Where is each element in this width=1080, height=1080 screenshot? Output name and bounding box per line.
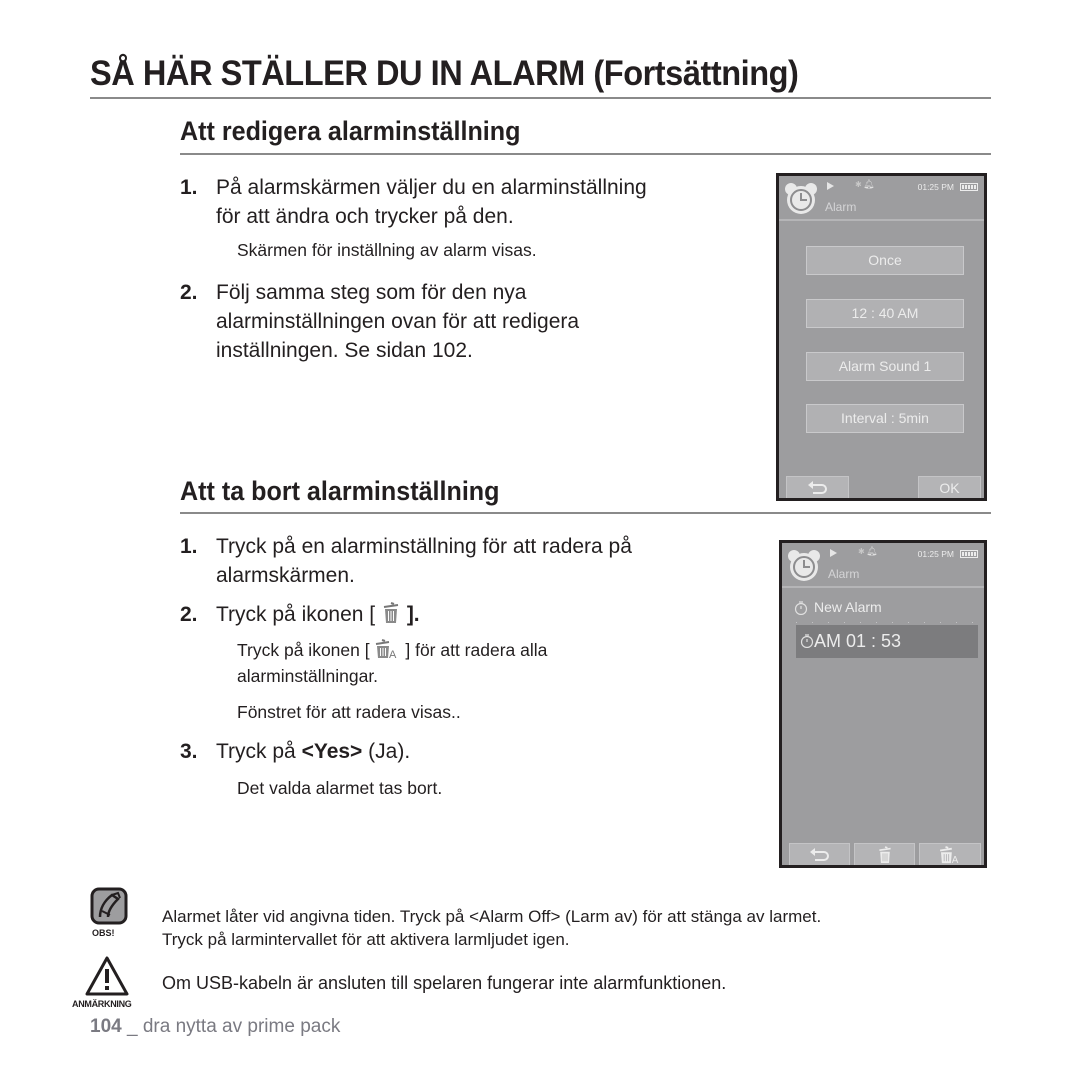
edit-step-1: 1. På alarmskärmen väljer du en alarmins… xyxy=(180,173,760,233)
caution-label: ANMÄRKNING xyxy=(72,999,132,1009)
new-alarm-label: New Alarm xyxy=(814,599,882,615)
alarm-clock-icon xyxy=(788,550,820,581)
alarm-time: AM 01 : 53 xyxy=(814,631,902,651)
page-title: SÅ HÄR STÄLLER DU IN ALARM (Fortsättning… xyxy=(90,54,799,93)
edit-step-1-sub: Skärmen för inställning av alarm visas. xyxy=(237,240,537,260)
step-text-end: (Ja). xyxy=(368,740,411,763)
status-bar: ✱ 🔔︎ 01:25 PM Alarm xyxy=(779,176,984,220)
sub-text: Tryck på ikonen [ xyxy=(237,640,370,660)
back-arrow-icon xyxy=(807,481,827,494)
battery-icon xyxy=(960,183,978,191)
header-separator xyxy=(782,586,984,588)
alarm-bell-icon: 🔔︎ xyxy=(866,546,878,556)
play-status-icon xyxy=(827,182,834,190)
trash-all-icon: A xyxy=(376,639,397,659)
trash-icon xyxy=(383,602,399,623)
play-status-icon xyxy=(830,549,837,557)
step-number: 1. xyxy=(180,535,198,558)
alarm-clock-icon xyxy=(785,183,817,214)
sub-text-end: ] för att radera alla xyxy=(405,640,548,660)
footer-separator: _ xyxy=(126,1016,138,1037)
sound-setting-button[interactable]: Alarm Sound 1 xyxy=(806,352,964,381)
back-arrow-icon xyxy=(809,848,829,861)
delete-step-3-sub: Det valda alarmet tas bort. xyxy=(237,778,443,798)
device-screen-list: ✱ 🔔︎ 01:25 PM Alarm New Alarm AM 01 : 53 xyxy=(779,540,987,868)
delete-all-button[interactable]: A xyxy=(919,843,981,865)
delete-step-1: 1. Tryck på en alarminställning för att … xyxy=(180,532,760,592)
step-text-line1: På alarmskärmen väljer du en alarminstäl… xyxy=(216,176,647,199)
step-number: 2. xyxy=(180,281,198,304)
battery-icon xyxy=(960,550,978,558)
time-setting-button[interactable]: 12 : 40 AM xyxy=(806,299,964,328)
new-alarm-item[interactable]: New Alarm xyxy=(782,595,984,621)
delete-step-3: 3. Tryck på <Yes> (Ja). xyxy=(180,737,760,767)
repeat-setting-button[interactable]: Once xyxy=(806,246,964,275)
page-number: 104 xyxy=(90,1016,122,1037)
step-text-line2: för att ändra och trycker på den. xyxy=(216,205,514,228)
alarm-bell-icon: 🔔︎ xyxy=(863,179,875,189)
obs-note-line2: Tryck på larmintervallet för att aktiver… xyxy=(162,930,570,949)
interval-setting-button[interactable]: Interval : 5min xyxy=(806,404,964,433)
trash-all-icon: A xyxy=(939,846,959,865)
status-time: 01:25 PM xyxy=(917,182,954,192)
header-separator xyxy=(779,219,984,221)
step-text-line1: Tryck på en alarminställning för att rad… xyxy=(216,535,632,558)
delete-button[interactable] xyxy=(854,843,915,865)
bluetooth-icon: ✱ xyxy=(855,180,862,189)
list-divider xyxy=(796,622,978,623)
delete-step-2-sub1-line2: alarminställningar. xyxy=(237,666,379,686)
delete-heading-rule xyxy=(180,512,991,514)
back-button[interactable] xyxy=(789,843,850,865)
trash-icon xyxy=(878,846,891,863)
status-time: 01:25 PM xyxy=(917,549,954,559)
step-text-line2: alarminställningen ovan för att redigera xyxy=(216,310,580,333)
step-text: Tryck på ikonen [ xyxy=(216,603,376,626)
back-button[interactable] xyxy=(786,476,849,498)
bluetooth-icon: ✱ xyxy=(858,547,865,556)
page-footer: 104 _ dra nytta av prime pack xyxy=(90,1016,340,1038)
edit-heading: Att redigera alarminställning xyxy=(180,116,521,146)
footer-section: dra nytta av prime pack xyxy=(142,1016,341,1037)
title-rule xyxy=(90,97,991,99)
edit-step-2: 2. Följ samma steg som för den nya alarm… xyxy=(180,278,760,368)
step-number: 1. xyxy=(180,176,198,199)
step-text-end: ]. xyxy=(406,603,420,626)
step-number: 3. xyxy=(180,740,198,763)
alarm-list-item-selected[interactable]: AM 01 : 53 xyxy=(796,625,978,658)
obs-label: OBS! xyxy=(92,928,115,938)
warning-icon xyxy=(85,956,129,996)
caution-note: Om USB-kabeln är ansluten till spelaren … xyxy=(162,973,727,993)
step-text-line1: Följ samma steg som för den nya xyxy=(216,281,527,304)
delete-step-2-sub1: Tryck på ikonen [ A ] för att radera all… xyxy=(237,638,547,663)
yes-label: <Yes> xyxy=(301,740,363,763)
edit-heading-rule xyxy=(180,153,991,155)
status-bar: ✱ 🔔︎ 01:25 PM Alarm xyxy=(782,543,984,587)
screen-title: Alarm xyxy=(828,567,860,581)
stopwatch-icon xyxy=(794,601,808,615)
ok-button[interactable]: OK xyxy=(918,476,981,498)
stopwatch-icon xyxy=(800,634,814,648)
delete-step-2: 2. Tryck på ikonen [ ]. xyxy=(180,600,760,630)
svg-text:A: A xyxy=(389,649,397,659)
svg-text:A: A xyxy=(952,855,959,864)
screen-title: Alarm xyxy=(825,200,857,214)
device-screen-edit: ✱ 🔔︎ 01:25 PM Alarm Once 12 : 40 AM Alar… xyxy=(776,173,987,501)
obs-note-line1: Alarmet låter vid angivna tiden. Tryck p… xyxy=(162,907,822,926)
delete-heading: Att ta bort alarminställning xyxy=(180,476,500,506)
delete-step-2-sub2: Fönstret för att radera visas.. xyxy=(237,702,461,722)
step-number: 2. xyxy=(180,603,198,626)
obs-note-icon xyxy=(90,887,128,925)
step-text: Tryck på xyxy=(216,740,296,763)
step-text-line3: inställningen. Se sidan 102. xyxy=(216,339,473,362)
step-text-line2: alarmskärmen. xyxy=(216,564,355,587)
